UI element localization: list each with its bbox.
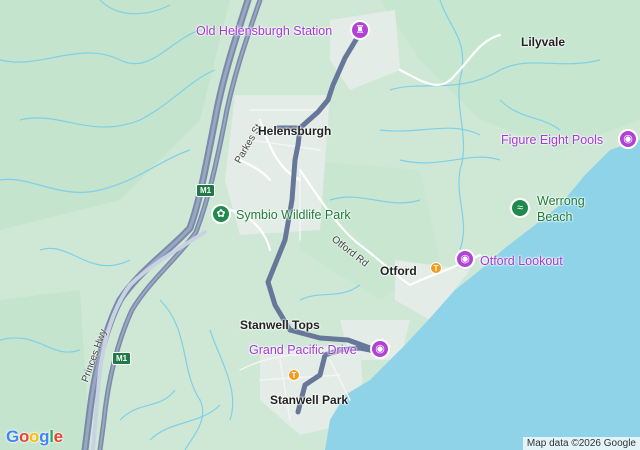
paw-icon[interactable]: ✿ (211, 204, 231, 224)
food-icon[interactable]: T (430, 262, 442, 274)
m1-shield-north: M1 (196, 184, 216, 197)
map-canvas[interactable]: M1 M1 Parkes St Otford Rd Princes Hwy ♜ … (0, 0, 640, 450)
map-base (0, 0, 640, 450)
attraction-icon[interactable]: ◉ (370, 339, 390, 359)
castle-icon[interactable]: ♜ (350, 20, 370, 40)
google-logo[interactable]: Google (6, 427, 63, 447)
food-icon[interactable]: T (288, 369, 300, 381)
poi-label-old-helensburgh-station[interactable]: Old Helensburgh Station (196, 24, 332, 38)
place-label-stanwell-tops: Stanwell Tops (240, 318, 320, 332)
poi-label-werrong-beach-line1[interactable]: Werrong (537, 194, 585, 208)
poi-label-figure-eight-pools[interactable]: Figure Eight Pools (501, 133, 603, 147)
camera-icon[interactable]: ◉ (618, 129, 638, 149)
poi-label-symbio-wildlife-park[interactable]: Symbio Wildlife Park (236, 208, 351, 222)
m1-shield-south: M1 (112, 352, 132, 365)
place-label-otford: Otford (380, 264, 417, 278)
place-label-stanwell-park: Stanwell Park (270, 393, 349, 407)
poi-label-otford-lookout[interactable]: Otford Lookout (480, 254, 563, 268)
place-label-lilyvale: Lilyvale (521, 35, 566, 49)
map-attribution[interactable]: Map data ©2026 Google (522, 437, 640, 450)
swim-icon[interactable]: ≈ (510, 198, 530, 218)
camera-icon[interactable]: ◉ (455, 249, 475, 269)
place-label-helensburgh: Helensburgh (258, 124, 332, 138)
poi-label-werrong-beach-line2[interactable]: Beach (537, 210, 572, 224)
poi-label-grand-pacific-drive[interactable]: Grand Pacific Drive (249, 343, 357, 357)
